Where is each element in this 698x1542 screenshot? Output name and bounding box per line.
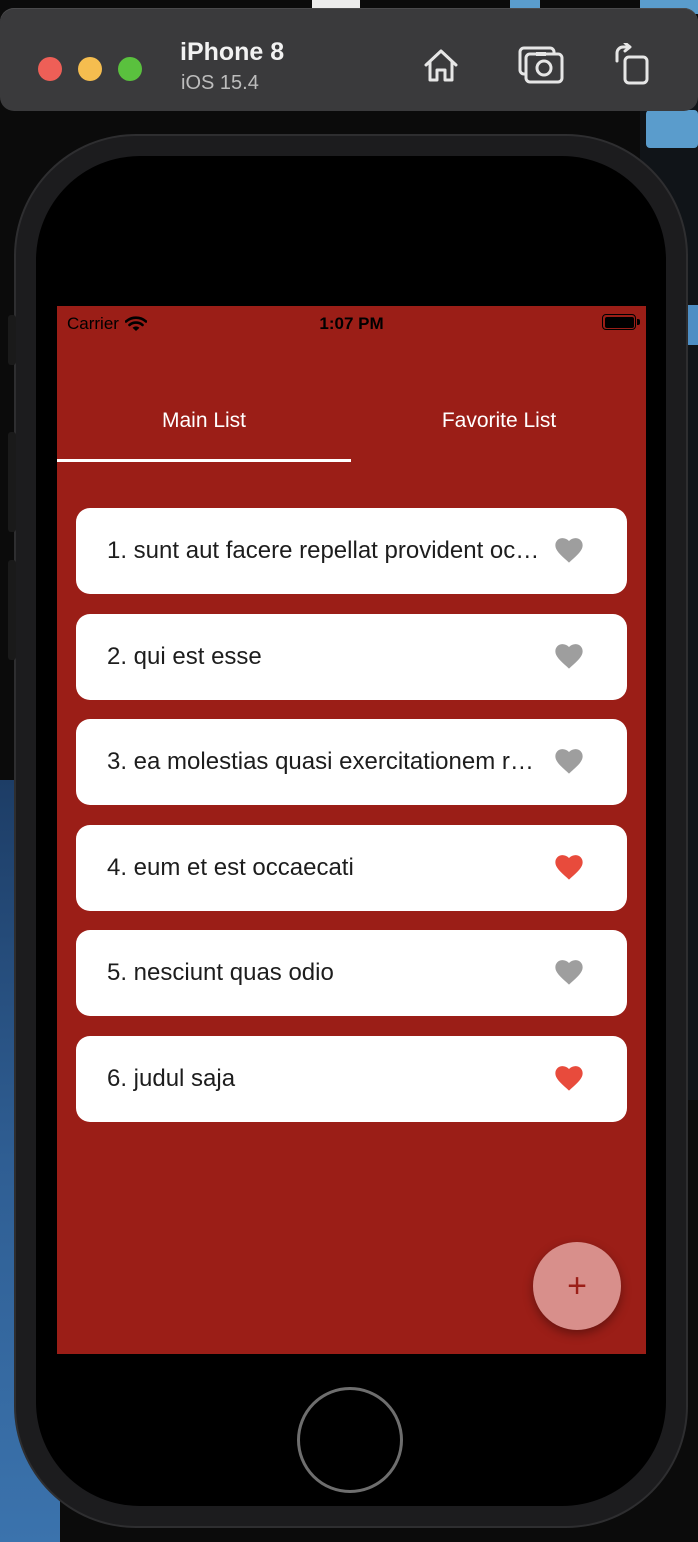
battery-icon [602, 314, 640, 330]
post-list: 1. sunt aut facere repellat provident oc… [76, 508, 627, 1141]
add-item-button[interactable]: + [533, 1242, 621, 1330]
zoom-window-button[interactable] [118, 57, 142, 81]
volume-down-button [8, 560, 16, 660]
device-home-button[interactable] [297, 1387, 403, 1493]
list-item-label: 6. judul saja [107, 1064, 236, 1092]
heart-icon[interactable] [555, 960, 583, 986]
simulator-os-version: iOS 15.4 [181, 72, 259, 94]
list-item-label: 3. ea molestias quasi exercitationem rep… [107, 748, 547, 775]
desktop-window-fragment [684, 305, 698, 345]
simulator-title-bar: iPhone 8 iOS 15.4 [0, 8, 698, 111]
home-icon [424, 49, 458, 82]
heart-icon[interactable] [555, 1065, 583, 1092]
screenshot-button[interactable] [518, 42, 564, 88]
heart-icon[interactable] [555, 538, 583, 564]
simulator-device-name: iPhone 8 [180, 38, 285, 66]
status-time: 1:07 PM [319, 314, 384, 333]
battery-nub [637, 319, 640, 325]
screenshot-icon [518, 46, 564, 84]
desktop-window-fragment [646, 110, 698, 148]
heart-icon[interactable] [555, 854, 583, 881]
close-window-button[interactable] [38, 57, 62, 81]
rotate-button[interactable] [608, 42, 654, 88]
home-button-toolbar[interactable] [418, 42, 464, 88]
tab-selected-indicator [57, 459, 351, 462]
heart-icon[interactable] [555, 749, 583, 775]
list-item-label: 5. nesciunt quas odio [107, 959, 334, 986]
list-item[interactable]: 4. eum et est occaecati [76, 824, 627, 911]
list-item-label: 4. eum et est occaecati [107, 853, 354, 881]
list-item[interactable]: 3. ea molestias quasi exercitationem rep… [76, 719, 627, 805]
list-item[interactable]: 6. judul saja [76, 1035, 627, 1122]
tab-main-list[interactable]: Main List [57, 400, 351, 462]
tab-bar: Main List Favorite List [57, 400, 646, 462]
list-item-label: 2. qui est esse [107, 642, 262, 670]
status-bar: Carrier 1:07 PM [57, 306, 646, 340]
volume-up-button [8, 432, 16, 532]
battery-fill [604, 316, 634, 328]
list-item[interactable]: 5. nesciunt quas odio [76, 930, 627, 1016]
mute-switch [8, 315, 16, 365]
list-item-label: 1. sunt aut facere repellat provident oc… [107, 537, 547, 564]
minimize-window-button[interactable] [78, 57, 102, 81]
list-item[interactable]: 1. sunt aut facere repellat provident oc… [76, 508, 627, 594]
app-screen: Carrier 1:07 PM Main List Favorite List … [57, 306, 646, 1354]
heart-icon[interactable] [555, 643, 583, 670]
rotate-icon [615, 43, 649, 85]
tab-favorite-list[interactable]: Favorite List [352, 400, 646, 462]
list-item[interactable]: 2. qui est esse [76, 613, 627, 700]
